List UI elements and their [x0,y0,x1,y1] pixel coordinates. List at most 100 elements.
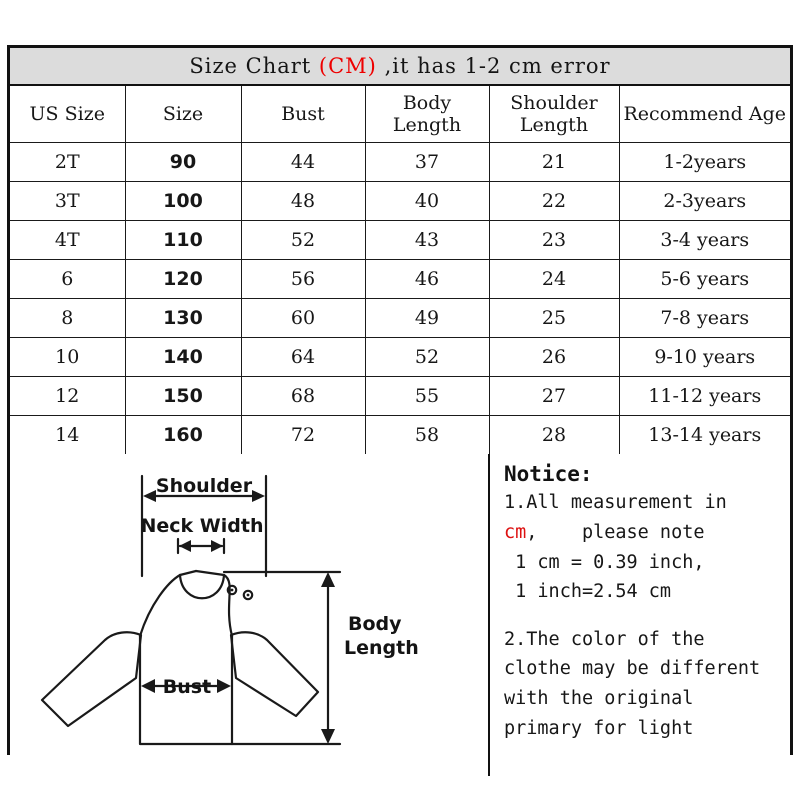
diagram-label-body-length-line2: Length [344,637,419,659]
notice-spacer [504,607,786,625]
header-us-size: US Size [10,86,126,143]
cell-bust: 44 [241,142,366,182]
cell-recommend-age: 2-3years [619,181,790,221]
table-row: 4T 110 52 43 23 3-4 years [10,220,790,260]
cell-body-length: 37 [365,142,490,182]
cell-body-length: 58 [365,415,490,454]
chart-title-suffix: ,it has 1-2 cm error [376,54,611,78]
cell-bust: 60 [241,298,366,338]
cell-shoulder-length: 27 [489,376,620,416]
header-body-length-line1: Body [402,91,452,114]
header-us-size-line1: US Size [29,102,105,125]
notice-item1-line3: 1 cm = 0.39 inch, [504,551,705,573]
table-row: 2T 90 44 37 21 1-2years [10,142,790,182]
chart-title-bar: Size Chart (CM) ,it has 1-2 cm error [10,48,790,86]
table-row: 14 160 72 58 28 13-14 years [10,415,790,454]
notice-item1-line4: 1 inch=2.54 cm [504,581,672,603]
header-shoulder-length-line2: Length [519,114,589,136]
cell-shoulder-length: 23 [489,220,620,260]
cell-size: 130 [125,298,242,338]
cell-body-length: 52 [365,337,490,377]
cell-bust: 64 [241,337,366,377]
table-row: 6 120 56 46 24 5-6 years [10,259,790,299]
cell-us-size: 12 [10,376,126,416]
cell-shoulder-length: 22 [489,181,620,221]
cell-size: 150 [125,376,242,416]
garment-diagram-icon: Shoulder Neck Width Bust Body Length [40,474,419,746]
cell-us-size: 10 [10,337,126,377]
cell-body-length: 40 [365,181,490,221]
cell-recommend-age: 5-6 years [619,259,790,299]
cell-recommend-age: 9-10 years [619,337,790,377]
cell-recommend-age: 1-2years [619,142,790,182]
cell-bust: 72 [241,415,366,454]
cell-recommend-age: 3-4 years [619,220,790,260]
cell-us-size: 4T [10,220,126,260]
header-recommend-age-line1: Recommend Age [623,102,786,125]
header-size-line1: Size [162,102,204,125]
cell-size: 100 [125,181,242,221]
cell-body-length: 43 [365,220,490,260]
cell-us-size: 14 [10,415,126,454]
table-row: 3T 100 48 40 22 2-3years [10,181,790,221]
cell-recommend-age: 7-8 years [619,298,790,338]
cell-body-length: 55 [365,376,490,416]
cell-size: 90 [125,142,242,182]
notice-item1-line2-rest: , please note [526,521,705,543]
chart-title-prefix: Size Chart [189,54,319,78]
header-bust: Bust [241,86,366,143]
notice-item2-line2: clothe may be different [504,658,761,680]
diagram-label-shoulder: Shoulder [156,475,253,497]
header-bust-line1: Bust [281,102,325,125]
header-shoulder-length-line1: Shoulder [510,91,598,114]
cell-us-size: 2T [10,142,126,182]
chart-title: Size Chart (CM) ,it has 1-2 cm error [189,54,610,78]
size-table-head: US Size Size Bust Body Length Shoulder L… [10,86,790,143]
cell-shoulder-length: 21 [489,142,620,182]
size-table: US Size Size Bust Body Length Shoulder L… [10,86,790,454]
cell-bust: 48 [241,181,366,221]
table-row: 8 130 60 49 25 7-8 years [10,298,790,338]
header-body-length: Body Length [365,86,490,143]
cell-size: 120 [125,259,242,299]
table-row: 10 140 64 52 26 9-10 years [10,337,790,377]
notice-item1-line1: 1.All measurement in [504,492,727,514]
notice-pane: Notice: 1.All measurement in cm, please … [488,454,790,776]
cell-shoulder-length: 26 [489,337,620,377]
diagram-label-bust: Bust [163,676,211,698]
cell-shoulder-length: 25 [489,298,620,338]
header-shoulder-length: Shoulder Length [489,86,620,143]
garment-diagram-pane: Shoulder Neck Width Bust Body Length [10,454,488,776]
header-size: Size [125,86,242,143]
cell-size: 110 [125,220,242,260]
cell-body-length: 49 [365,298,490,338]
cell-shoulder-length: 24 [489,259,620,299]
cell-shoulder-length: 28 [489,415,620,454]
cell-bust: 52 [241,220,366,260]
lower-section: Shoulder Neck Width Bust Body Length Not… [10,454,790,776]
notice-item2-line4: primary for light [504,717,694,739]
cell-bust: 68 [241,376,366,416]
table-header-row: US Size Size Bust Body Length Shoulder L… [10,86,790,143]
cell-size: 160 [125,415,242,454]
cell-body-length: 46 [365,259,490,299]
size-table-body: 2T 90 44 37 21 1-2years 3T 100 48 40 22 … [10,142,790,454]
cell-recommend-age: 11-12 years [619,376,790,416]
cell-size: 140 [125,337,242,377]
cell-us-size: 6 [10,259,126,299]
notice-item2-line1: 2.The color of the [504,628,705,650]
cell-bust: 56 [241,259,366,299]
header-recommend-age: Recommend Age [619,86,790,143]
notice-heading: Notice: [504,462,593,486]
size-chart-frame: Size Chart (CM) ,it has 1-2 cm error US … [7,45,793,776]
table-row: 12 150 68 55 27 11-12 years [10,376,790,416]
cell-us-size: 8 [10,298,126,338]
notice-item2-line3: with the original [504,687,694,709]
notice-item1-line2: cm, please note [504,518,786,548]
chart-title-unit: (CM) [318,54,377,78]
notice-unit-cm: cm [504,521,527,543]
cell-recommend-age: 13-14 years [648,424,762,446]
header-body-length-line2: Length [392,114,462,136]
diagram-label-body-length-line1: Body [348,613,402,635]
cell-us-size: 3T [10,181,126,221]
